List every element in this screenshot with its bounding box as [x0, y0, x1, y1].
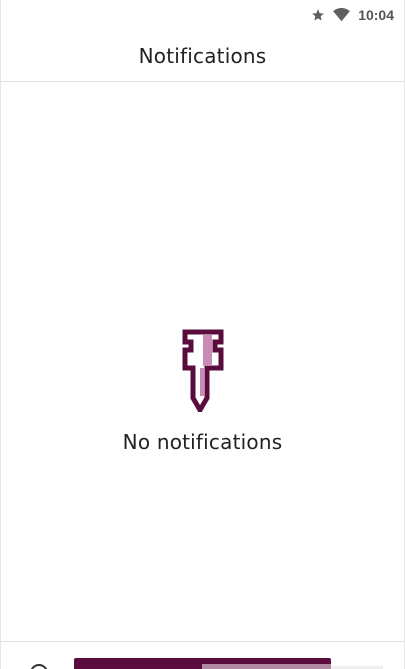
status-time: 10:04: [358, 7, 394, 23]
page-title: Notifications: [138, 43, 267, 68]
snackbar[interactable]: [74, 658, 331, 669]
bottom-bar: [1, 641, 404, 669]
empty-message: No notifications: [122, 430, 283, 454]
wifi-icon: [333, 8, 351, 22]
app-bar: Notifications: [1, 30, 404, 82]
snackbar-highlight: [202, 664, 331, 669]
notifications-screen: 10:04 Notifications No notifications: [0, 0, 405, 669]
empty-state: No notifications: [1, 326, 404, 454]
circle-icon[interactable]: [30, 664, 48, 669]
star-icon: [311, 8, 325, 22]
pushpin-icon: [182, 329, 223, 412]
status-bar: 10:04: [1, 0, 404, 30]
